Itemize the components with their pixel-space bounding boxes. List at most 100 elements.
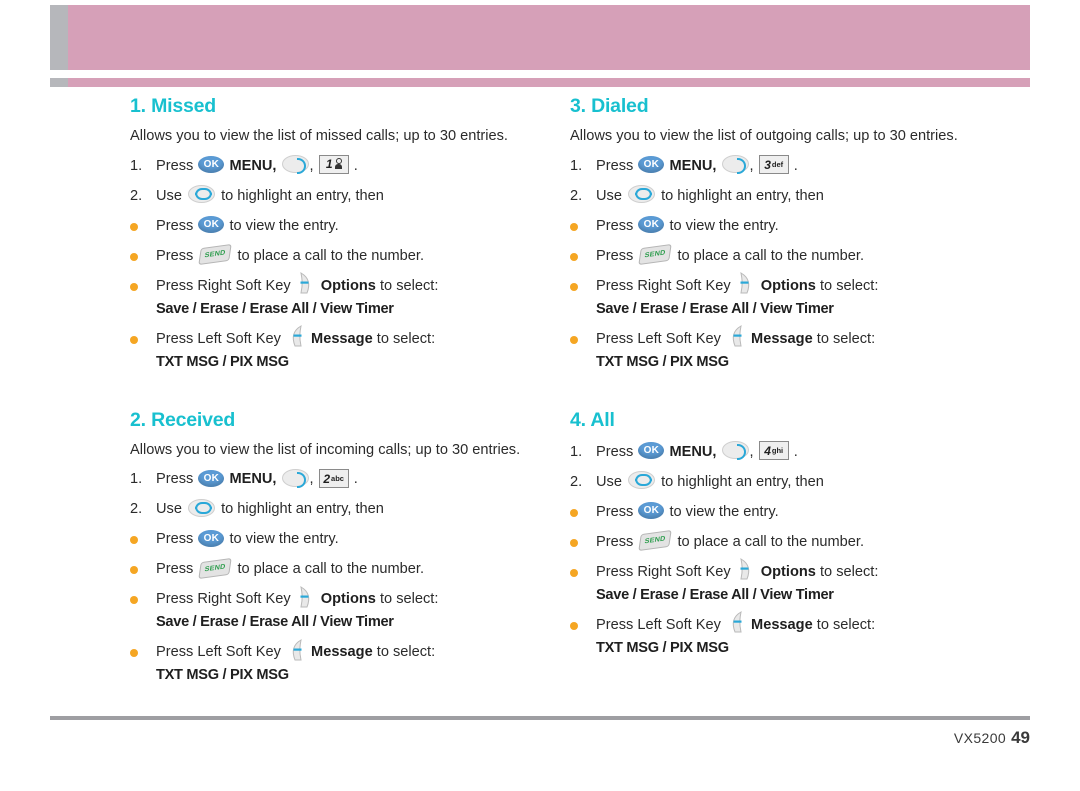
footer: VX5200 49	[954, 728, 1030, 748]
bullet-tail: to select:	[819, 563, 879, 580]
softkey-label: Message	[751, 330, 813, 347]
bullet-tail: to select:	[819, 277, 879, 294]
step-verb: Press	[596, 157, 634, 174]
ok-key-icon: OK	[638, 441, 665, 459]
bullet-lead: Press	[596, 247, 634, 264]
ok-key-icon: OK	[198, 529, 225, 547]
bullet-body: Press Right Soft Key Options to select: S…	[596, 272, 1000, 320]
step-tail: .	[353, 471, 358, 488]
ok-key-icon: OK	[638, 155, 665, 173]
manual-page: 1. Missed Allows you to view the list of …	[0, 0, 1080, 791]
navigation-right-key-icon	[721, 155, 749, 175]
step-tail: .	[793, 443, 798, 460]
left-soft-key-icon	[288, 639, 304, 661]
bullet-lead: Press Right Soft Key	[596, 563, 731, 580]
voicemail-glyph-icon	[334, 157, 342, 169]
bullet-body: Press Left Soft Key Message to select: TX…	[596, 325, 1000, 373]
navigation-updown-key-icon	[188, 499, 216, 518]
bullet-dot-icon	[130, 641, 156, 658]
numbered-step: 2. Use to highlight an entry, then	[130, 185, 560, 207]
ok-key-icon: OK	[638, 215, 665, 233]
step-tail: to highlight an entry, then	[221, 501, 384, 518]
send-key-icon: SEND	[198, 557, 233, 579]
softkey-label: Message	[311, 330, 373, 347]
bullet-tail: to view the entry.	[229, 531, 339, 548]
step-verb: Press	[156, 157, 194, 174]
section-title: 3. Dialed	[570, 95, 649, 117]
bullet-lead: Press	[156, 217, 194, 234]
numbered-step: 1. Press OK MENU, , 4ghi .	[570, 440, 1000, 463]
bullet-body: Press SEND to place a call to the number…	[156, 557, 560, 580]
step-number: 1.	[130, 471, 143, 488]
step-verb: Use	[596, 473, 622, 490]
step-body: Use to highlight an entry, then	[156, 498, 560, 520]
step-tail: to highlight an entry, then	[661, 473, 824, 490]
left-soft-key-icon	[728, 325, 744, 347]
numbered-step: 1. Press OK MENU, , 3def .	[570, 154, 1000, 177]
step-verb: Press	[156, 471, 194, 488]
softkey-label: Options	[760, 563, 816, 580]
step-number: 1.	[130, 157, 143, 174]
bullet-tail: to select:	[379, 591, 439, 608]
step-verb: Use	[156, 501, 182, 518]
keypad-key-digit: 3	[764, 157, 771, 172]
bullet-tail: to select:	[816, 330, 876, 347]
step-tail: to highlight an entry, then	[221, 187, 384, 204]
bullet-item: Press Left Soft Key Message to select: TX…	[570, 325, 1000, 373]
step-body: Press OK MENU, , 2abc .	[156, 468, 560, 490]
left-soft-key-icon	[288, 325, 304, 347]
bullet-item: Press Left Soft Key Message to select: TX…	[570, 611, 1000, 659]
section-title: 4. All	[570, 408, 615, 431]
header-rule	[50, 78, 1030, 87]
bullet-item: Press SEND to place a call to the number…	[130, 243, 560, 267]
bullet-tail: to select:	[376, 330, 436, 347]
keypad-key-digit: 1	[325, 156, 333, 171]
banner-gray-block	[50, 5, 68, 70]
separator: ,	[749, 443, 754, 460]
send-key-label: SEND	[644, 249, 667, 260]
navigation-right-key-icon	[281, 155, 309, 175]
bullet-lead: Press Left Soft Key	[596, 616, 721, 633]
bullet-tail: to view the entry.	[669, 503, 779, 520]
column-spacer	[570, 381, 1000, 409]
send-key-icon: SEND	[638, 243, 673, 265]
separator: ,	[309, 471, 314, 488]
bullet-options-list: TXT MSG / PIX MSG	[596, 639, 729, 656]
ok-key-icon: OK	[198, 469, 225, 487]
step-body: Use to highlight an entry, then	[156, 185, 560, 207]
bullet-tail: to place a call to the number.	[677, 247, 865, 264]
bullet-body: Press Right Soft Key Options to select: S…	[156, 586, 560, 633]
bullet-item: Press Left Soft Key Message to select: TX…	[130, 325, 560, 373]
bullet-tail: to view the entry.	[229, 217, 339, 234]
bullet-body: Press SEND to place a call to the number…	[596, 529, 1000, 553]
bullet-options-list: Save / Erase / Erase All / View Timer	[596, 300, 834, 317]
keypad-key-2-icon: 2abc	[318, 468, 349, 488]
menu-label: MENU,	[229, 471, 277, 488]
section-intro: Allows you to view the list of incoming …	[130, 441, 521, 458]
footer-rule	[50, 716, 1030, 720]
navigation-updown-key-icon	[628, 185, 656, 204]
bullet-dot-icon	[570, 501, 596, 517]
rule-gray-block	[50, 78, 68, 87]
bullet-item: Press SEND to place a call to the number…	[570, 529, 1000, 553]
navigation-right-key-icon	[721, 441, 749, 461]
bullet-lead: Press Right Soft Key	[596, 277, 731, 294]
bullet-lead: Press	[596, 217, 634, 234]
bullet-item: Press Right Soft Key Options to select: S…	[130, 586, 560, 633]
keypad-key-letters: abc	[331, 473, 344, 483]
send-key-label: SEND	[204, 563, 227, 573]
keypad-key-4-icon: 4ghi	[758, 440, 789, 460]
section-title: 1. Missed	[130, 95, 216, 117]
keypad-key-digit: 2	[323, 471, 331, 486]
bullet-dot-icon	[130, 245, 156, 261]
menu-label: MENU,	[669, 157, 717, 174]
bullet-body: Press Right Soft Key Options to select: S…	[596, 558, 1000, 606]
step-tail: to highlight an entry, then	[661, 187, 824, 204]
bullet-body: Press OK to view the entry.	[596, 215, 1000, 237]
bullet-body: Press OK to view the entry.	[596, 501, 1000, 523]
softkey-label: Message	[311, 644, 373, 661]
bullet-options-list: TXT MSG / PIX MSG	[156, 667, 289, 684]
bullet-body: Press Left Soft Key Message to select: TX…	[156, 639, 560, 686]
bullet-options-list: TXT MSG / PIX MSG	[596, 353, 729, 370]
step-body: Press OK MENU, , 3def .	[596, 154, 1000, 177]
